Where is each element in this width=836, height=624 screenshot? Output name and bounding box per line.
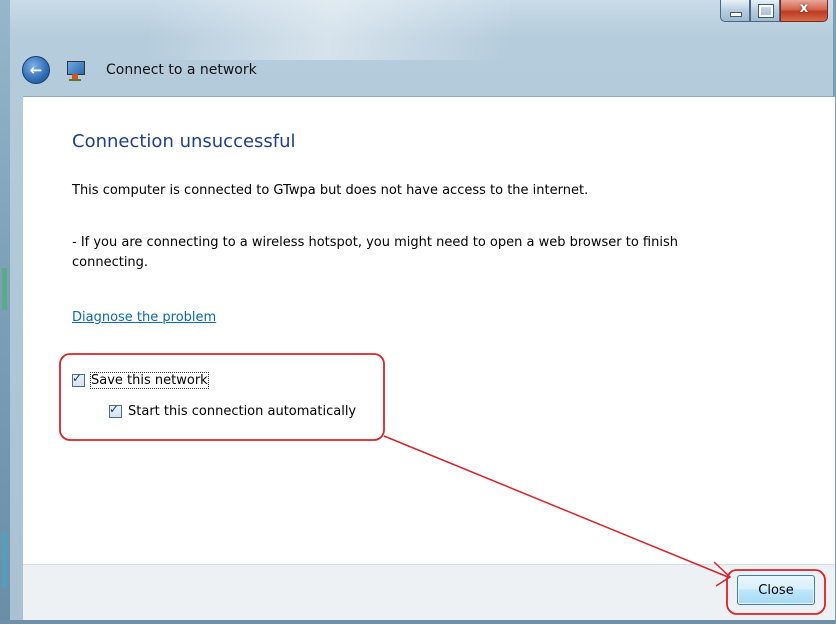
save-network-option[interactable]: ✓ Save this network	[72, 371, 209, 389]
close-icon: x	[799, 1, 809, 16]
save-network-checkbox[interactable]: ✓	[72, 371, 85, 387]
navigation-bar: ← Connect to a network	[10, 50, 257, 90]
maximize-button[interactable]	[750, 0, 780, 22]
border-highlight	[2, 268, 7, 310]
maximize-icon	[759, 5, 773, 17]
window-left-border	[0, 0, 10, 624]
hotspot-hint: - If you are connecting to a wireless ho…	[72, 235, 678, 270]
network-icon	[64, 59, 86, 81]
close-button[interactable]: Close	[737, 575, 815, 605]
diagnose-link[interactable]: Diagnose the problem	[72, 310, 216, 325]
content-panel: Connection unsuccessful This computer is…	[23, 96, 835, 565]
caption-buttons: x	[720, 0, 828, 22]
close-window-button[interactable]: x	[780, 0, 828, 22]
page-title: Connection unsuccessful	[72, 131, 296, 152]
window-bottom-border	[0, 620, 836, 624]
save-network-label[interactable]: Save this network	[90, 372, 209, 389]
back-button[interactable]: ←	[22, 56, 50, 84]
footer-bar: Close	[23, 564, 835, 621]
border-highlight	[2, 532, 7, 588]
window-title: Connect to a network	[106, 62, 257, 78]
minimize-icon	[730, 12, 742, 17]
checkmark-icon: ✓	[72, 371, 83, 385]
minimize-button[interactable]	[720, 0, 750, 22]
back-arrow-icon: ←	[29, 61, 43, 79]
auto-connect-option[interactable]: ✓ Start this connection automatically	[109, 402, 356, 419]
auto-connect-label[interactable]: Start this connection automatically	[128, 404, 356, 419]
checkmark-icon: ✓	[109, 402, 120, 416]
status-message: This computer is connected to GTwpa but …	[72, 183, 589, 198]
auto-connect-checkbox[interactable]: ✓	[109, 402, 122, 418]
